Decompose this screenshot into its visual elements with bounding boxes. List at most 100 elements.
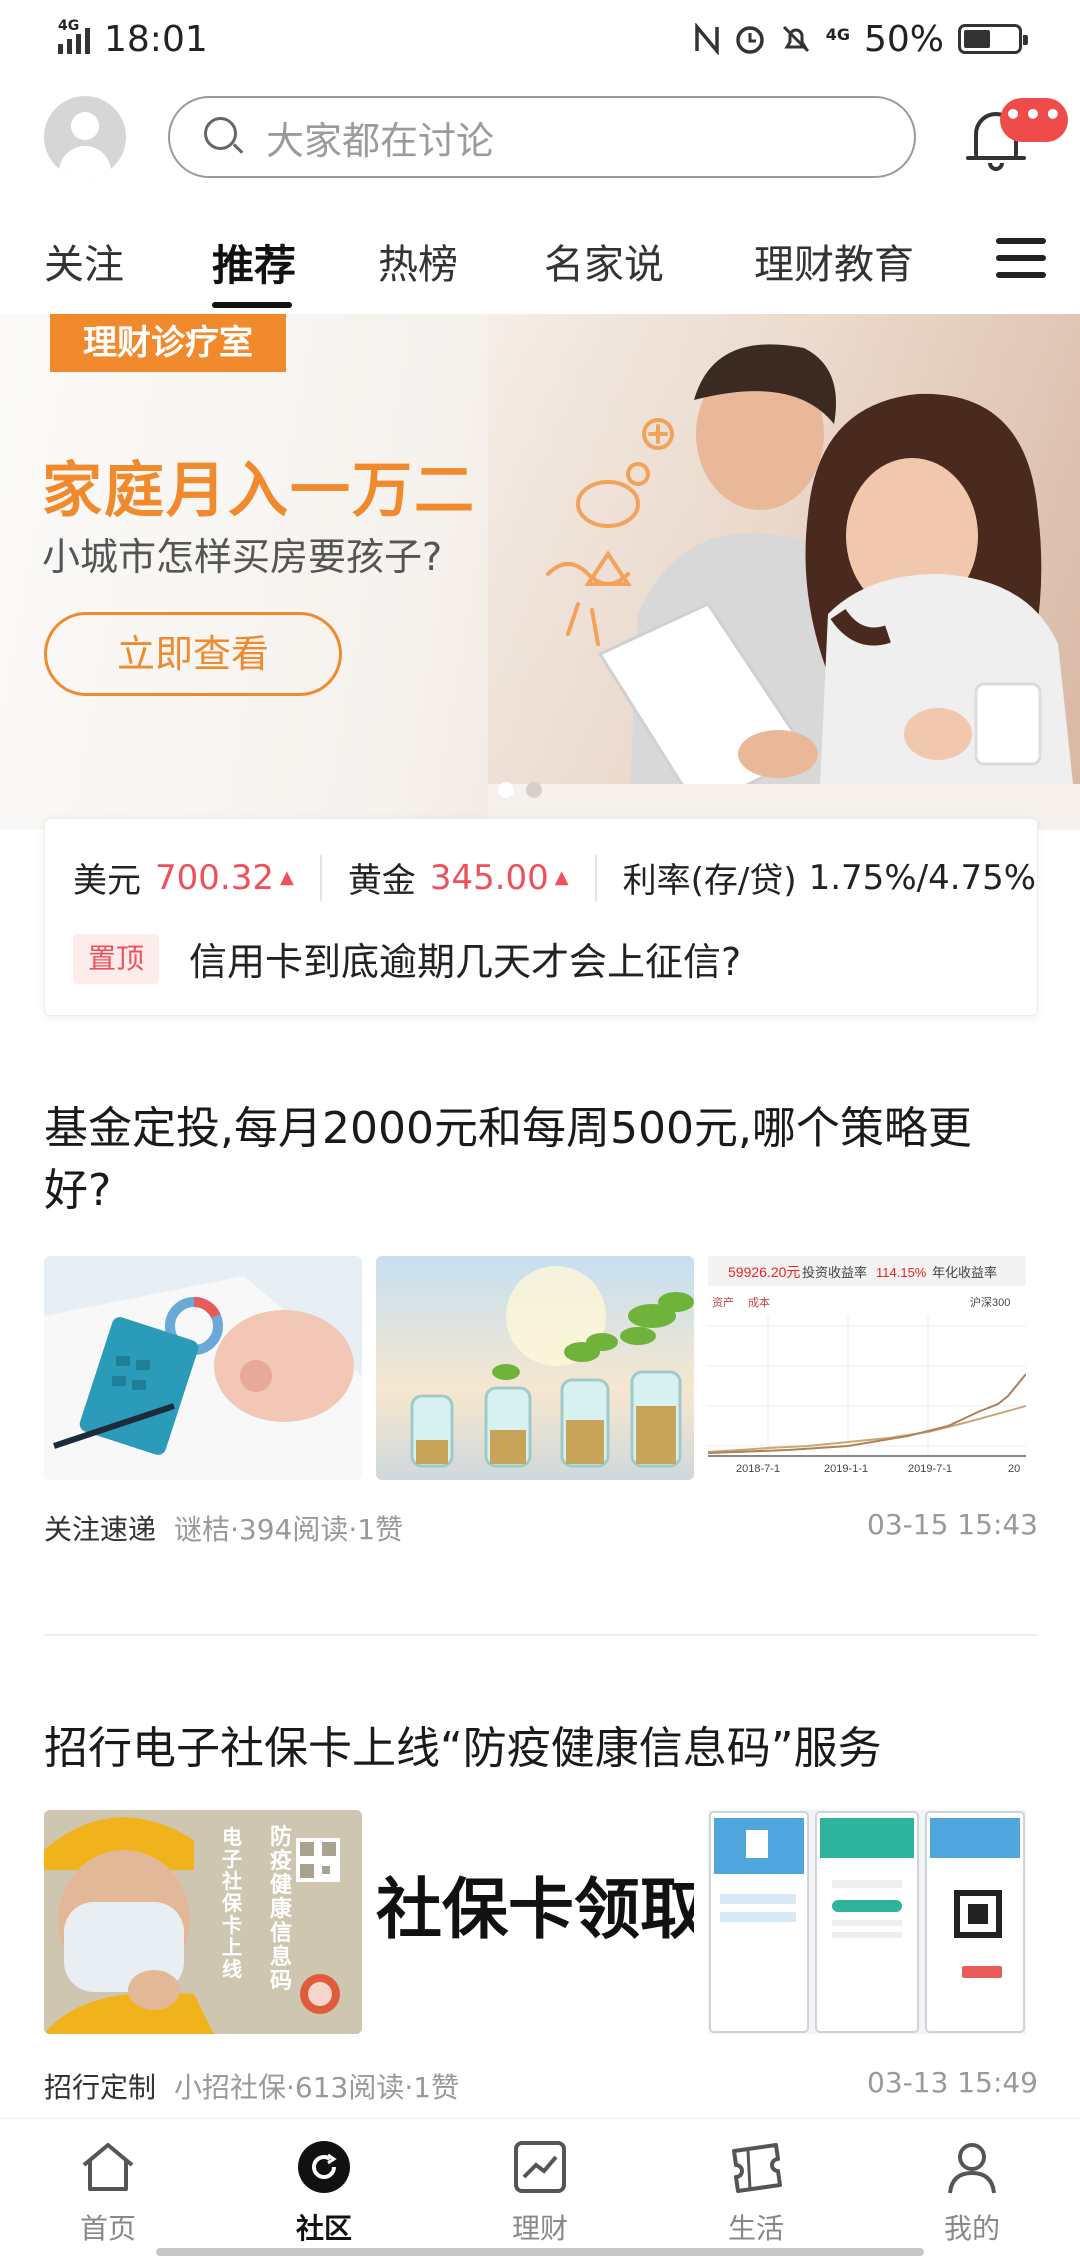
- market-ticker: 美元 700.32 ▲ 黄金 345.00 ▲ 利率(存/贷) 1.75%/4.…: [73, 853, 1036, 902]
- nav-life[interactable]: 生活: [696, 2137, 816, 2247]
- article-title: 招行电子社保卡上线“防疫健康信息码”服务: [44, 1723, 882, 1774]
- nav-label: 生活: [727, 2212, 784, 2245]
- piggy-bank-calculator-image: [44, 1256, 362, 1480]
- banner-subtitle: 小城市怎样买房要孩子?: [42, 535, 443, 579]
- tab-finance-education[interactable]: 理财教育: [754, 232, 914, 290]
- banner-view-button[interactable]: 立即查看: [44, 612, 342, 696]
- avatar-body-shape: [59, 146, 111, 178]
- nav-label: 首页: [79, 2212, 136, 2245]
- nav-home[interactable]: 首页: [48, 2137, 168, 2247]
- status-right: 4G 50%: [694, 19, 1028, 60]
- poster-title: 防疫健康信息码: [270, 1825, 293, 1994]
- article-time: 03-15 15:43: [867, 1508, 1038, 1541]
- search-input[interactable]: 大家都在讨论: [168, 96, 916, 178]
- chart-legend-cost: 成本: [748, 1295, 770, 1309]
- menu-icon[interactable]: [996, 238, 1046, 278]
- up-arrow-icon: ▲: [554, 867, 569, 888]
- nav-profile[interactable]: 我的: [912, 2137, 1032, 2247]
- tab-experts[interactable]: 名家说: [544, 232, 664, 290]
- fund-return-chart-image: 59926.20元 投资收益率 114.15% 年化收益率 资产 成本 沪深30…: [708, 1256, 1026, 1480]
- tab-hot[interactable]: 热榜: [378, 232, 458, 290]
- signal-icon: 4G: [58, 18, 90, 54]
- nav-wealth[interactable]: 理财: [480, 2137, 600, 2247]
- social-card-banner-image: 社保卡领取入: [376, 1810, 694, 2034]
- battery-network: 4G: [825, 24, 850, 44]
- article-card[interactable]: 基金定投,每月2000元和每周500元,哪个策略更好? 59926.20元 投资…: [44, 1098, 1038, 1558]
- chart-x-tick: 2019-1-1: [824, 1463, 868, 1475]
- article-title: 基金定投,每月2000元和每周500元,哪个策略更好?: [44, 1103, 972, 1216]
- coin-jars-plants-image: [376, 1256, 694, 1480]
- usd-rate[interactable]: 美元 700.32 ▲: [73, 853, 294, 902]
- chart-legend-assets: 资产: [712, 1295, 734, 1309]
- up-arrow-icon: ▲: [279, 867, 294, 888]
- article-meta: 关注速递 谜桔·394阅读·1赞 03-15 15:43: [44, 1508, 1038, 1548]
- gold-price[interactable]: 黄金 345.00 ▲: [348, 853, 569, 902]
- active-tab-indicator: [212, 302, 292, 308]
- nav-label: 我的: [943, 2212, 1000, 2245]
- status-time: 18:01: [104, 18, 208, 60]
- promo-banner[interactable]: 理财诊疗室 家庭月入一万二 小城市怎样买房要孩子? 立即查看: [0, 314, 1080, 830]
- header: 大家都在讨论: [0, 92, 1080, 182]
- search-icon: [204, 117, 244, 157]
- status-bar: 4G 18:01 4G 50%: [0, 0, 1080, 78]
- article-time: 03-13 15:49: [867, 2066, 1038, 2099]
- couple-with-tablet-illustration: [488, 314, 1080, 830]
- article-images: 防疫健康信息码 电子社保卡上线 社保卡领取入: [44, 1810, 1038, 2034]
- search-placeholder: 大家都在讨论: [266, 118, 495, 163]
- alarm-icon: [735, 26, 764, 54]
- interest-rate[interactable]: 利率(存/贷) 1.75%/4.75%: [623, 853, 1036, 902]
- banner-pagination: [498, 782, 542, 798]
- nav-community[interactable]: 社区: [264, 2137, 384, 2247]
- pinned-title: 信用卡到底逾期几天才会上征信?: [189, 940, 742, 984]
- life-ticket-icon: [732, 2143, 782, 2193]
- article-source[interactable]: 关注速递: [44, 1513, 156, 1546]
- mute-icon: [782, 25, 809, 53]
- article-source[interactable]: 招行定制: [44, 2071, 156, 2104]
- rate-label: 利率(存/贷): [622, 861, 797, 901]
- user-avatar[interactable]: [44, 96, 126, 178]
- usd-label: 美元: [73, 861, 141, 901]
- chart-x-tick: 20: [1008, 1463, 1020, 1475]
- wealth-chart-icon: [514, 2141, 566, 2193]
- app-screen: 4G 18:01 4G 50% 大家都在讨论 ••• 关注 推荐 热榜 名家说 …: [0, 0, 1080, 2256]
- pinned-tag: 置顶: [73, 933, 159, 984]
- masked-worker-poster-image: 防疫健康信息码 电子社保卡上线: [44, 1810, 362, 2034]
- banner-title: 家庭月入一万二: [42, 456, 476, 526]
- gold-value: 345.00: [429, 857, 549, 898]
- pinned-post[interactable]: 置顶 信用卡到底逾期几天才会上征信?: [73, 931, 741, 986]
- avatar-head-shape: [71, 112, 99, 140]
- feed-divider: [44, 1634, 1038, 1636]
- profile-icon: [948, 2143, 996, 2194]
- article-images: 59926.20元 投资收益率 114.15% 年化收益率 资产 成本 沪深30…: [44, 1256, 1038, 1480]
- banner-text-fragment: 社保卡领取入: [376, 1871, 694, 1948]
- poster-subtitle: 电子社保卡上线: [222, 1825, 242, 1981]
- rate-value: 1.75%/4.75%: [808, 857, 1037, 898]
- chart-return-pct: 114.15%: [876, 1265, 927, 1280]
- banner-dot-2[interactable]: [526, 782, 542, 798]
- article-card[interactable]: 招行电子社保卡上线“防疫健康信息码”服务 防疫健康信息码 电子社保卡上线 社保卡…: [44, 1718, 1038, 2118]
- battery-icon: [958, 24, 1028, 54]
- chart-total: 59926.20元: [728, 1264, 800, 1280]
- status-left: 4G 18:01: [58, 18, 208, 60]
- chart-x-tick: 2019-7-1: [908, 1463, 952, 1475]
- tab-follow[interactable]: 关注: [44, 232, 124, 290]
- chart-legend-index: 沪深300: [970, 1295, 1010, 1309]
- battery-fill: [964, 30, 990, 48]
- category-tabs: 关注 推荐 热榜 名家说 理财教育: [0, 214, 1080, 314]
- banner-tag: 理财诊疗室: [50, 314, 286, 372]
- home-icon: [82, 2143, 134, 2191]
- market-card: 美元 700.32 ▲ 黄金 345.00 ▲ 利率(存/贷) 1.75%/4.…: [44, 818, 1038, 1016]
- gesture-home-bar[interactable]: [156, 2248, 924, 2256]
- tab-recommend[interactable]: 推荐: [212, 232, 296, 293]
- article-stats: 谜桔·394阅读·1赞: [174, 1513, 404, 1546]
- nav-label: 社区: [295, 2212, 352, 2245]
- gold-label: 黄金: [347, 861, 416, 901]
- community-icon: [298, 2141, 350, 2193]
- bottom-navigation: 首页 社区 理财 生活 我的: [0, 2118, 1080, 2256]
- notification-badge: •••: [1000, 98, 1068, 142]
- article-stats: 小招社保·613阅读·1赞: [174, 2071, 460, 2104]
- chart-x-tick: 2018-7-1: [736, 1463, 780, 1475]
- article-meta: 招行定制 小招社保·613阅读·1赞 03-13 15:49: [44, 2066, 1038, 2106]
- banner-dot-1[interactable]: [498, 782, 514, 798]
- masked-worker-illustration: [44, 1810, 362, 2034]
